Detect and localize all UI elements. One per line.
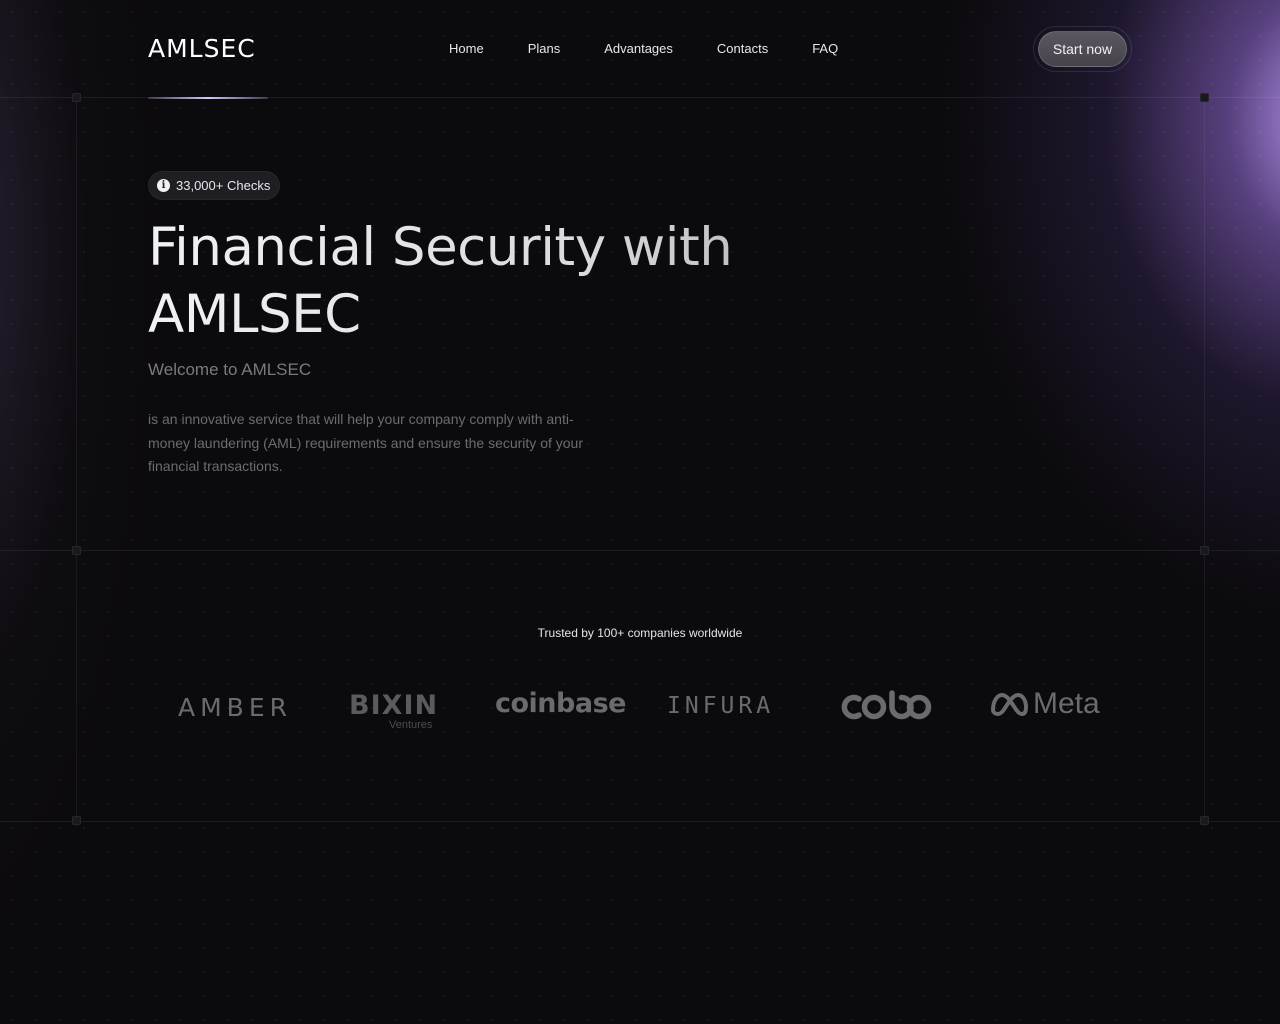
checks-badge: i 33,000+ Checks — [148, 171, 281, 200]
dot-grid-background — [0, 0, 1280, 1024]
main-nav: Home Plans Advantages Contacts FAQ — [449, 41, 882, 56]
start-now-button-ring: Start now — [1033, 26, 1132, 72]
grid-line — [0, 821, 1280, 822]
site-logo[interactable]: AMLSEC — [148, 34, 256, 63]
bixin-logo-subtitle: Ventures — [389, 719, 433, 731]
info-icon: i — [157, 179, 170, 192]
grid-node — [1200, 816, 1209, 825]
bixin-logo: BIXIN — [349, 690, 439, 721]
cobo-logo — [840, 689, 932, 730]
coinbase-logo: coinbase — [495, 688, 626, 719]
grid-node — [1200, 93, 1209, 102]
meta-infinity-icon — [991, 693, 1028, 716]
nav-item-home[interactable]: Home — [449, 41, 484, 56]
checks-badge-label: 33,000+ Checks — [176, 178, 271, 193]
hero-headline-line1: Financial Security with — [148, 217, 733, 278]
grid-line — [0, 550, 1280, 551]
meta-logo: Meta — [989, 687, 1100, 721]
page: AMLSEC Home Plans Advantages Contacts FA… — [0, 0, 1280, 1024]
hero-headline-line2: AMLSEC — [148, 284, 361, 345]
partner-logos: AMBER BIXIN Ventures coinbase INFURA Met… — [0, 685, 1280, 735]
grid-node — [72, 546, 81, 555]
grid-node — [72, 816, 81, 825]
grid-node — [1200, 546, 1209, 555]
hero-headline: Financial Security with AMLSEC — [148, 214, 768, 348]
amber-logo: AMBER — [178, 693, 292, 722]
logo-underline — [148, 97, 268, 99]
hero-description: is an innovative service that will help … — [148, 411, 583, 474]
nav-item-advantages[interactable]: Advantages — [604, 41, 673, 56]
trusted-heading: Trusted by 100+ companies worldwide — [537, 626, 743, 640]
nav-item-plans[interactable]: Plans — [528, 41, 561, 56]
cobo-logo-mark — [841, 690, 932, 720]
nav-item-contacts[interactable]: Contacts — [717, 41, 768, 56]
nav-item-faq[interactable]: FAQ — [812, 41, 838, 56]
start-now-button[interactable]: Start now — [1038, 31, 1127, 67]
infura-logo: INFURA — [667, 693, 775, 719]
welcome-subtitle: Welcome to AMLSEC — [148, 360, 312, 379]
grid-node — [72, 93, 81, 102]
meta-logo-text: Meta — [1033, 687, 1100, 720]
